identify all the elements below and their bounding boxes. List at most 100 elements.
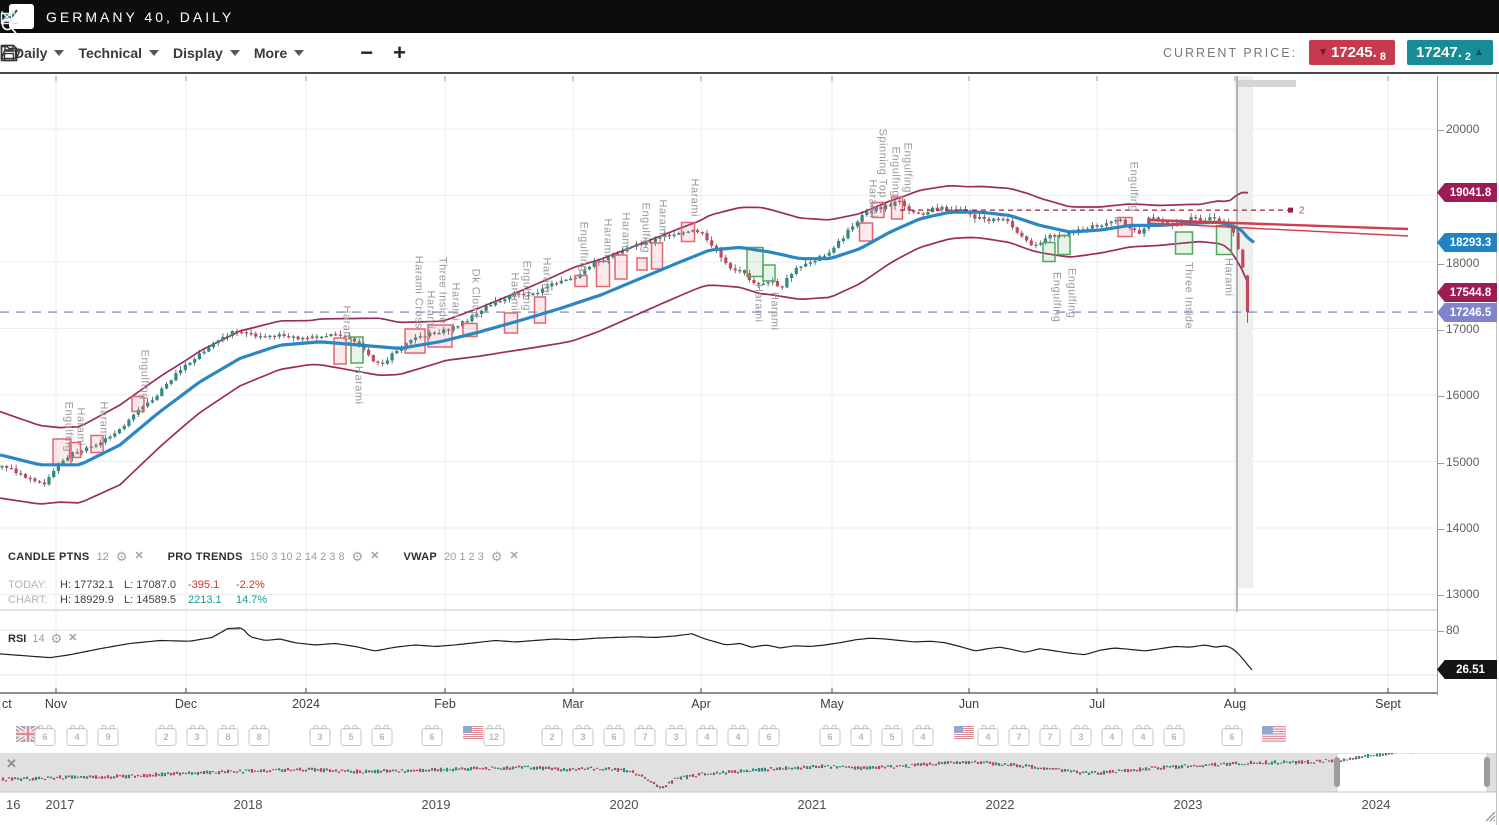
minimap-handle-left[interactable] <box>1334 757 1340 787</box>
chart-label: CHART: <box>8 593 60 608</box>
calendar-event-icon[interactable]: 5 <box>882 726 903 746</box>
price-badge: 17544.8 <box>1437 283 1497 302</box>
pattern-box[interactable] <box>1058 236 1070 255</box>
pattern-box[interactable] <box>763 265 775 281</box>
calendar-event-icon[interactable]: 7 <box>1009 726 1030 746</box>
calendar-event-icon[interactable]: 4 <box>1102 726 1123 746</box>
calendar-event-icon[interactable]: 3 <box>187 726 208 746</box>
pattern-box[interactable] <box>637 258 647 270</box>
calendar-event-icon[interactable]: 12 <box>484 726 505 746</box>
calendar-event-icon[interactable]: 3 <box>310 726 331 746</box>
calendar-event-icon[interactable]: 6 <box>1164 726 1185 746</box>
price-tick-label: 16000 <box>1446 388 1479 402</box>
legend-candle-ptns: CANDLE PTNS <box>8 551 90 563</box>
minimap-close-icon[interactable]: ✕ <box>6 756 17 772</box>
calendar-event-icon[interactable]: 7 <box>1040 726 1061 746</box>
pattern-label: Spinning Top <box>877 129 889 198</box>
main-price-chart[interactable]: 2 Engulfing Harami Harami Engulfing Harami Har… <box>0 76 1437 612</box>
pattern-box[interactable] <box>535 297 546 323</box>
calendar-event-icon[interactable]: 3 <box>573 726 594 746</box>
month-label: Mar <box>562 697 584 711</box>
title-bar: GERMANY 40, DAILY <box>0 0 1499 33</box>
calendar-event-icon[interactable]: 3 <box>1071 726 1092 746</box>
timeline-minimap[interactable] <box>0 753 1496 793</box>
calendar-event-icon[interactable]: 5 <box>341 726 362 746</box>
pattern-label: Engulfing <box>902 143 914 193</box>
price-badge: 17246.5 <box>1437 303 1497 322</box>
month-label: ct <box>2 697 12 711</box>
menu-technical[interactable]: Technical <box>78 45 159 61</box>
pattern-box[interactable] <box>615 255 627 279</box>
close-icon[interactable]: ✕ <box>509 551 518 562</box>
pattern-box[interactable] <box>652 243 663 269</box>
menu-more[interactable]: More <box>254 45 304 61</box>
chart-high: H: 18929.9 <box>60 593 124 608</box>
pattern-label: Harami Cross <box>413 256 425 329</box>
calendar-event-icon[interactable]: 4 <box>1133 726 1154 746</box>
pattern-label: Harami <box>75 408 87 446</box>
calendar-event-icon[interactable]: 6 <box>759 726 780 746</box>
price-tick-label: 13000 <box>1446 587 1479 601</box>
zoom-in-button[interactable]: + <box>393 42 406 64</box>
calendar-event-icon[interactable]: 6 <box>35 726 56 746</box>
calendar-event-icon[interactable]: 4 <box>697 726 718 746</box>
year-label: 2020 <box>610 797 639 812</box>
calendar-event-icon[interactable]: 2 <box>156 726 177 746</box>
chart-change: 2213.1 <box>188 593 236 608</box>
close-icon[interactable]: ✕ <box>134 551 143 562</box>
pattern-label: Harami <box>753 284 765 322</box>
gear-icon[interactable]: ⚙ <box>352 550 364 563</box>
pattern-box[interactable] <box>1217 226 1232 255</box>
calendar-event-icon[interactable]: 4 <box>913 726 934 746</box>
gear-icon[interactable]: ⚙ <box>116 550 128 563</box>
rsi-indicator-chart[interactable] <box>0 610 1437 694</box>
zoom-out-button[interactable]: − <box>360 42 373 64</box>
sell-price-button[interactable]: ▼ 17245.8 <box>1309 40 1395 65</box>
pattern-box[interactable] <box>575 276 587 287</box>
year-label: 2019 <box>422 797 451 812</box>
trading-app-window: GERMANY 40, DAILY <box>0 0 1499 825</box>
rsi-label: RSI <box>8 633 26 645</box>
calendar-event-icon[interactable]: 6 <box>422 726 443 746</box>
economic-calendar-row: 649238835661223673446645447734466 <box>0 726 1460 748</box>
menu-display[interactable]: Display <box>173 45 240 61</box>
pattern-label: Engulfing <box>521 261 533 311</box>
year-label: 2017 <box>46 797 75 812</box>
calendar-event-icon[interactable]: 8 <box>218 726 239 746</box>
pattern-box[interactable] <box>1176 232 1193 254</box>
pattern-label: Harami <box>341 306 353 344</box>
calendar-event-icon[interactable]: 7 <box>635 726 656 746</box>
calendar-event-icon[interactable]: 6 <box>604 726 625 746</box>
trendline-annotation: 2 <box>1299 206 1305 217</box>
gear-icon[interactable]: ⚙ <box>491 550 503 563</box>
pattern-box[interactable] <box>892 197 903 219</box>
calendar-event-icon[interactable]: 9 <box>98 726 119 746</box>
year-label: 2018 <box>234 797 263 812</box>
calendar-event-icon[interactable]: 4 <box>851 726 872 746</box>
pattern-box[interactable] <box>597 262 610 287</box>
calendar-event-icon[interactable]: 4 <box>728 726 749 746</box>
calendar-event-icon[interactable]: 2 <box>542 726 563 746</box>
menu-daily[interactable]: Daily <box>14 45 64 61</box>
menu-technical-label: Technical <box>78 45 142 61</box>
calendar-event-icon[interactable]: 6 <box>372 726 393 746</box>
calendar-event-icon[interactable]: 6 <box>820 726 841 746</box>
price-axis-line <box>1437 76 1438 695</box>
month-label: Dec <box>175 697 197 711</box>
calendar-event-icon[interactable]: 4 <box>978 726 999 746</box>
calendar-event-icon[interactable]: 6 <box>1222 726 1243 746</box>
calendar-event-icon[interactable]: 4 <box>67 726 88 746</box>
pattern-box[interactable] <box>405 329 425 353</box>
pattern-box[interactable] <box>682 223 695 242</box>
close-icon[interactable]: ✕ <box>68 633 77 644</box>
pattern-box[interactable] <box>860 223 873 241</box>
pattern-label: Engulfing <box>1051 272 1063 322</box>
calendar-event-icon[interactable]: 3 <box>666 726 687 746</box>
minimap-handle-right[interactable] <box>1484 757 1490 787</box>
buy-price-button[interactable]: 17247.2 ▲ <box>1407 40 1493 65</box>
pattern-box[interactable] <box>1043 243 1055 262</box>
pattern-label: Harami <box>620 213 632 251</box>
calendar-event-icon[interactable]: 8 <box>249 726 270 746</box>
close-icon[interactable]: ✕ <box>370 551 379 562</box>
gear-icon[interactable]: ⚙ <box>51 632 63 645</box>
